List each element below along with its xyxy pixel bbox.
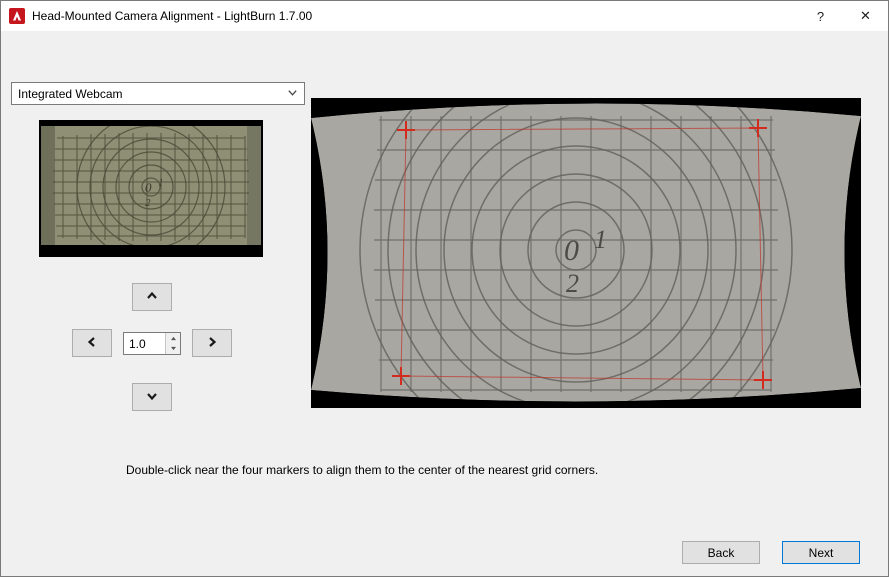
- step-spinbox: [123, 332, 181, 355]
- window-title: Head-Mounted Camera Alignment - LightBur…: [32, 9, 798, 23]
- lightburn-logo-icon: [9, 8, 25, 24]
- chevron-down-icon: [287, 87, 298, 101]
- jog-left-button[interactable]: [72, 329, 112, 357]
- titlebar: Head-Mounted Camera Alignment - LightBur…: [1, 1, 888, 31]
- target-digit-one: 1: [594, 225, 607, 254]
- camera-alignment-dialog: Head-Mounted Camera Alignment - LightBur…: [0, 0, 889, 577]
- camera-preview-image: 0 1 2: [39, 120, 263, 257]
- preview-digit-two: 2: [145, 197, 151, 209]
- chevron-up-icon: [145, 289, 159, 306]
- camera-select-dropdown[interactable]: Integrated Webcam: [11, 82, 305, 105]
- chevron-left-icon: [85, 335, 99, 352]
- chevron-right-icon: [205, 335, 219, 352]
- preview-digit-zero: 0: [145, 180, 152, 195]
- target-digit-zero: 0: [564, 234, 579, 267]
- jog-right-button[interactable]: [192, 329, 232, 357]
- chevron-down-icon: [145, 389, 159, 406]
- jog-up-button[interactable]: [132, 283, 172, 311]
- preview-digit-one: 1: [158, 177, 164, 189]
- spinner-controls: [165, 333, 180, 354]
- jog-down-button[interactable]: [132, 383, 172, 411]
- spinner-up-button[interactable]: [166, 333, 180, 344]
- close-button[interactable]: ✕: [843, 1, 888, 31]
- instruction-text: Double-click near the four markers to al…: [126, 463, 598, 477]
- help-button[interactable]: ?: [798, 1, 843, 31]
- camera-select-value: Integrated Webcam: [18, 87, 287, 101]
- target-digit-two: 2: [566, 269, 579, 298]
- step-input[interactable]: [124, 333, 165, 354]
- spinner-down-button[interactable]: [166, 344, 180, 355]
- next-button[interactable]: Next: [782, 541, 860, 564]
- alignment-target-image[interactable]: 0 1 2: [311, 98, 861, 408]
- back-button[interactable]: Back: [682, 541, 760, 564]
